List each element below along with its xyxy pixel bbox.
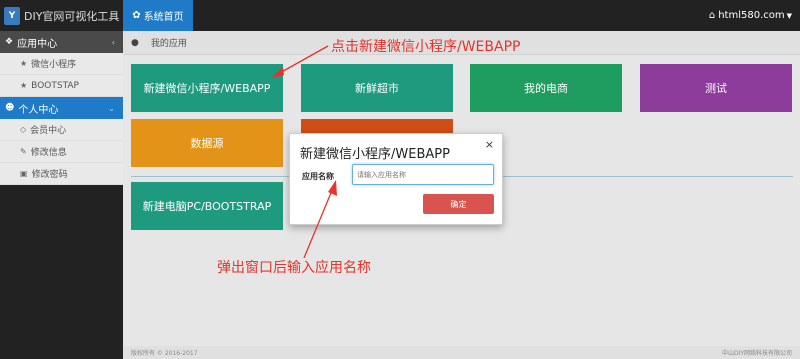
sidebar-item-label: 微信小程序: [31, 60, 77, 70]
sidebar-item-label: 修改密码: [31, 170, 68, 180]
users-icon: ☻: [5, 103, 15, 113]
sidebar-item-label: 会员中心: [30, 126, 67, 136]
footer-company: 中山DIY网络科技有限公司: [721, 350, 792, 357]
home-icon: ⌂: [708, 10, 716, 21]
annotation-input-name: 弹出窗口后输入应用名称: [217, 260, 371, 276]
site-name: html580.com: [718, 10, 785, 21]
tile-new-wechat-app[interactable]: 新建微信小程序/WEBAPP: [131, 64, 283, 112]
confirm-button[interactable]: 确定: [423, 194, 494, 214]
footer: 版权所有 © 2016-2017 中山DIY网络科技有限公司: [123, 346, 800, 359]
new-app-dialog: 新建微信小程序/WEBAPP × 应用名称 确定: [289, 133, 503, 225]
sidebar-group-label: 个人中心: [18, 104, 59, 116]
chevron-left-icon: ‹: [111, 37, 115, 47]
footer-copyright: 版权所有 © 2016-2017: [131, 350, 198, 357]
sidebar-group-personal-center[interactable]: ☻ 个人中心 ⌄: [0, 97, 123, 119]
tile-test[interactable]: 测试: [640, 64, 792, 112]
sidebar-item-wechat[interactable]: ★ 微信小程序: [0, 53, 123, 75]
tile-my-ecommerce[interactable]: 我的电商: [470, 64, 622, 112]
gear-icon: ✿: [132, 10, 141, 21]
tile-fresh-market[interactable]: 新鲜超市: [301, 64, 453, 112]
tab-system-home-label: 系统首页: [143, 12, 184, 23]
sidebar: ❖ 应用中心 ‹ ★ 微信小程序 ★ BOOTSTAP ☻ 个人中心 ⌄ ◇ 会…: [0, 31, 123, 359]
sidebar-item-label: 修改信息: [30, 148, 67, 158]
app-name-input[interactable]: [352, 164, 494, 185]
star-icon: ★: [20, 81, 28, 90]
lock-icon: ▣: [20, 169, 28, 178]
edit-icon: ✎: [20, 147, 27, 156]
caret-down-icon: ▼: [786, 11, 792, 20]
diamond-icon: ◇: [20, 125, 27, 134]
tile-new-pc-bootstrap[interactable]: 新建电脑PC/BOOTSTRAP: [131, 182, 283, 230]
sidebar-item-edit-info[interactable]: ✎ 修改信息: [0, 141, 123, 163]
app-name-label: 应用名称: [302, 172, 334, 181]
sidebar-item-label: BOOTSTAP: [31, 80, 79, 91]
sidebar-item-change-password[interactable]: ▣ 修改密码: [0, 163, 123, 185]
tab-system-home[interactable]: ✿ 系统首页: [123, 0, 193, 31]
cubes-icon: ❖: [5, 37, 14, 47]
sidebar-group-label: 应用中心: [17, 38, 58, 50]
brand-title: DIY官网可视化工具: [24, 9, 120, 23]
brand[interactable]: Y DIY官网可视化工具: [0, 0, 123, 31]
sidebar-group-app-center[interactable]: ❖ 应用中心 ‹: [0, 31, 123, 53]
dialog-title: 新建微信小程序/WEBAPP: [300, 147, 450, 162]
star-icon: ★: [20, 59, 28, 68]
site-menu[interactable]: ⌂ html580.com ▼: [709, 0, 792, 31]
map-marker-icon: ●: [131, 37, 139, 48]
close-icon[interactable]: ×: [485, 138, 494, 151]
breadcrumb-current[interactable]: 我的应用: [151, 36, 187, 49]
annotation-click-new: 点击新建微信小程序/WEBAPP: [331, 39, 521, 55]
tile-datasource[interactable]: 数据源: [131, 119, 283, 167]
sidebar-item-bootstap[interactable]: ★ BOOTSTAP: [0, 75, 123, 97]
chevron-down-icon: ⌄: [108, 103, 115, 113]
top-navbar: Y DIY官网可视化工具 ✿ 系统首页 ⌂ html580.com ▼: [0, 0, 800, 31]
sidebar-item-member[interactable]: ◇ 会员中心: [0, 119, 123, 141]
logo-icon: Y: [4, 6, 20, 25]
